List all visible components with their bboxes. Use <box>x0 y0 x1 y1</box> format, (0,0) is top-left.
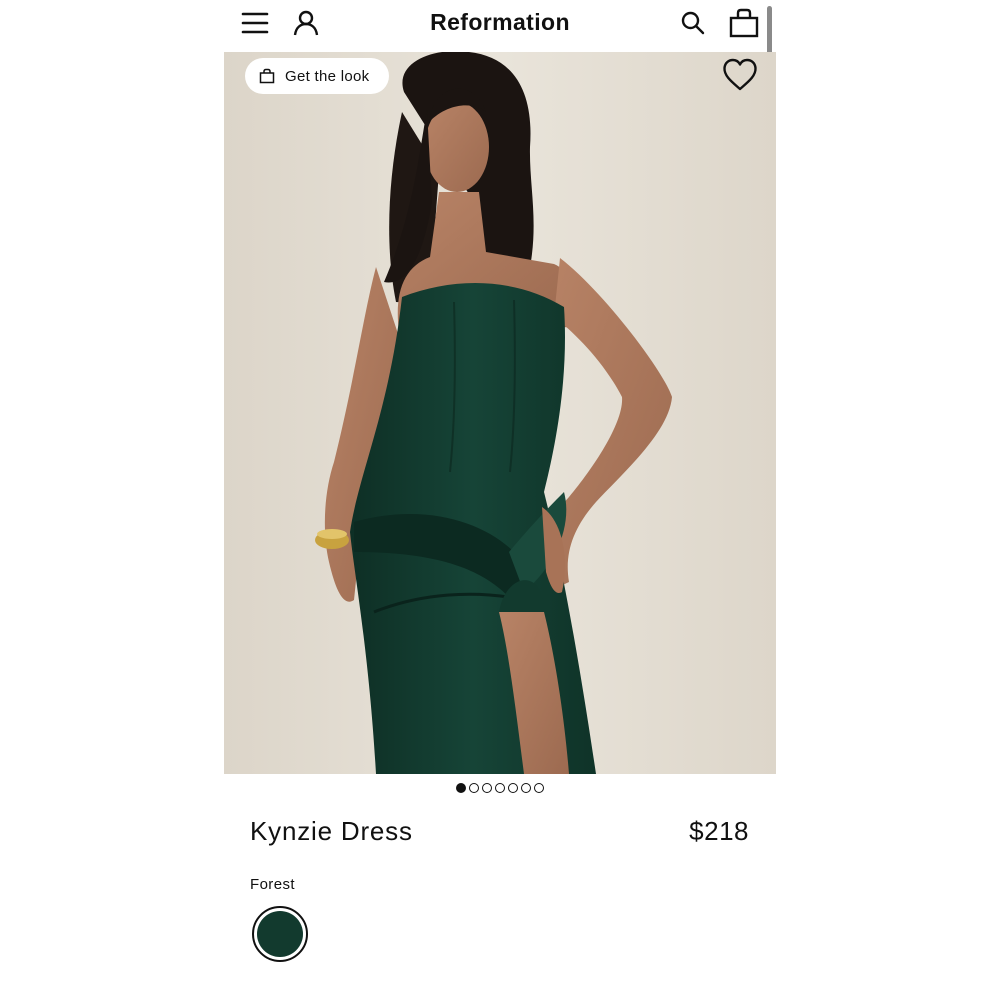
carousel-dot[interactable] <box>469 783 479 793</box>
carousel-dot[interactable] <box>482 783 492 793</box>
product-photo <box>224 52 776 774</box>
carousel-pagination <box>224 783 776 793</box>
get-the-look-button[interactable]: Get the look <box>245 58 390 94</box>
color-name: Forest <box>250 876 295 893</box>
carousel-dot[interactable] <box>521 783 531 793</box>
product-page: Reformation Get the look Kynzie Dress $2… <box>224 0 776 1000</box>
product-title: Kynzie Dress <box>250 816 413 846</box>
product-price: $218 <box>689 816 749 846</box>
site-header: Reformation <box>224 0 776 52</box>
get-the-look-label: Get the look <box>285 67 370 85</box>
color-swatch-selected[interactable] <box>252 906 308 962</box>
color-swatch-forest <box>257 911 303 957</box>
shopping-bag-icon <box>259 68 275 84</box>
carousel-dot[interactable] <box>456 783 466 793</box>
product-image-gallery[interactable]: Get the look <box>224 52 776 774</box>
heart-icon[interactable] <box>722 58 758 92</box>
carousel-dot[interactable] <box>534 783 544 793</box>
bag-icon[interactable] <box>727 6 761 40</box>
carousel-dot[interactable] <box>508 783 518 793</box>
carousel-dot[interactable] <box>495 783 505 793</box>
search-icon[interactable] <box>676 6 710 40</box>
